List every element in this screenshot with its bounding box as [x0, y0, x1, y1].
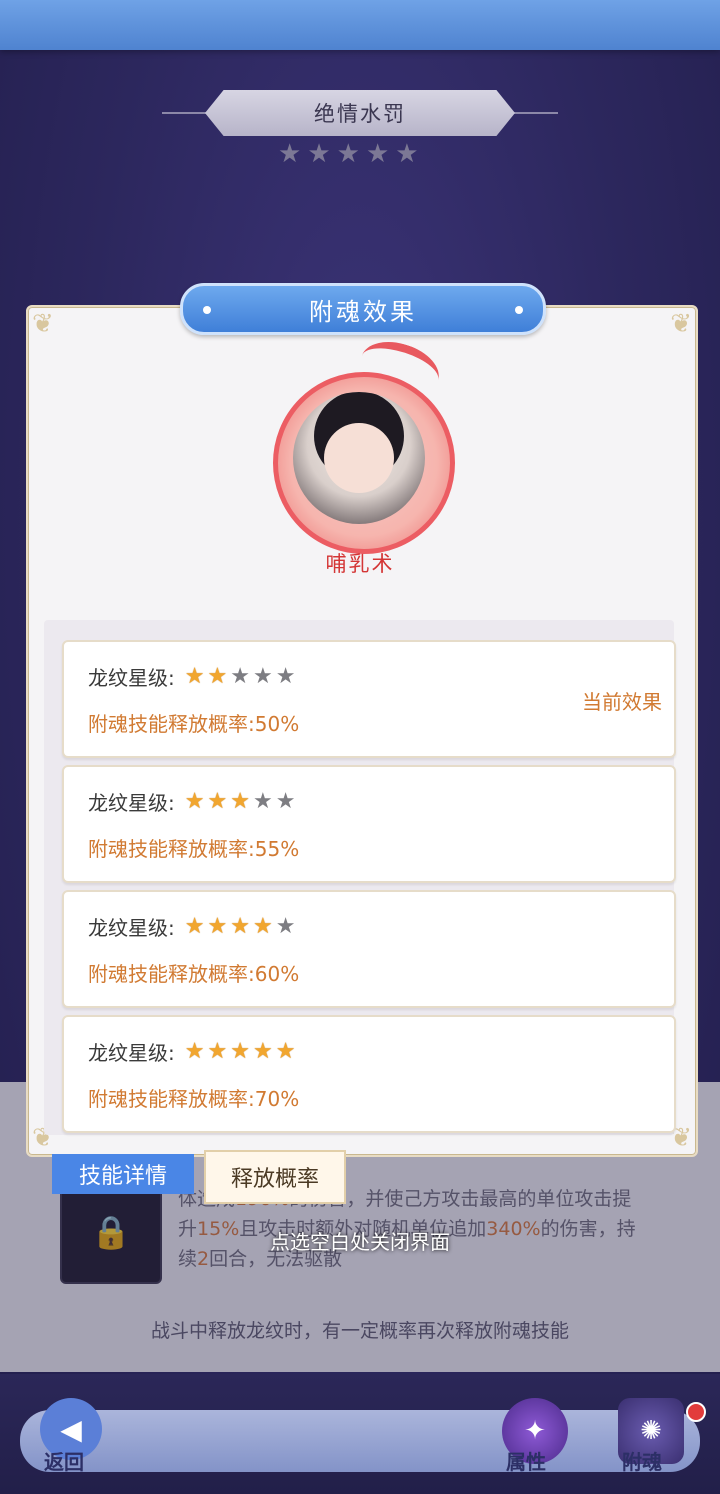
- top-bar: [0, 0, 720, 50]
- star-filled-icon: ★: [252, 913, 273, 939]
- level-stars: ★ ★ ★ ★ ★: [184, 663, 296, 689]
- current-effect-badge: 当前效果: [582, 690, 662, 714]
- item-star-rating: ★ ★ ★ ★ ★: [278, 140, 419, 168]
- level-stars: ★ ★ ★ ★ ★: [184, 913, 296, 939]
- corner-ornament: ❦: [670, 309, 692, 339]
- skill-portrait: [293, 392, 425, 524]
- star-filled-icon: ★: [184, 913, 205, 939]
- level-label: 龙纹星级:: [88, 666, 175, 690]
- star-filled-icon: ★: [184, 788, 205, 814]
- star-icon: ★: [278, 139, 302, 169]
- star-filled-icon: ★: [184, 1038, 205, 1064]
- nav-bar: [20, 1410, 700, 1472]
- star-filled-icon: ★: [230, 913, 250, 939]
- back-label[interactable]: 返回: [44, 1446, 84, 1475]
- star-icon: ★: [395, 139, 419, 169]
- star-filled-icon: ★: [207, 1038, 228, 1064]
- tab-skill-detail[interactable]: 技能详情: [52, 1154, 194, 1194]
- star-empty-icon: ★: [252, 663, 273, 689]
- rate-value: 55%: [254, 837, 300, 861]
- star-filled-icon: ★: [230, 788, 250, 814]
- star-filled-icon: ★: [207, 788, 228, 814]
- soul-label[interactable]: 附魂: [622, 1446, 662, 1475]
- star-icon: ★: [307, 139, 331, 169]
- modal-title-text: 附魂效果: [309, 297, 417, 326]
- star-filled-icon: ★: [275, 1038, 296, 1064]
- star-filled-icon: ★: [207, 913, 228, 939]
- star-empty-icon: ★: [252, 788, 273, 814]
- level-card: 龙纹星级: ★ ★ ★ ★ ★ 附魂技能释放概率:70%: [62, 1015, 676, 1133]
- rate-label: 附魂技能释放概率:: [88, 1087, 255, 1111]
- level-label: 龙纹星级:: [88, 916, 175, 940]
- header-dot: [203, 306, 211, 314]
- star-empty-icon: ★: [275, 913, 296, 939]
- level-card: 龙纹星级: ★ ★ ★ ★ ★ 附魂技能释放概率:55%: [62, 765, 676, 883]
- rate-value: 60%: [254, 962, 300, 986]
- star-empty-icon: ★: [275, 788, 296, 814]
- notification-dot: [686, 1402, 706, 1422]
- star-filled-icon: ★: [184, 663, 205, 689]
- star-empty-icon: ★: [230, 663, 250, 689]
- star-filled-icon: ★: [230, 1038, 250, 1064]
- star-icon: ★: [365, 139, 390, 169]
- attributes-label[interactable]: 属性: [506, 1446, 546, 1475]
- rate-value: 70%: [254, 1087, 300, 1111]
- star-icon: ★: [336, 139, 360, 169]
- tab-release-rate[interactable]: 释放概率: [204, 1150, 346, 1204]
- soul-flame-icon: ✺: [640, 1416, 662, 1446]
- rate-label: 附魂技能释放概率:: [88, 962, 255, 986]
- item-title: 绝情水罚: [205, 90, 515, 136]
- modal-title: 附魂效果: [180, 283, 546, 335]
- corner-ornament: ❦: [32, 309, 54, 339]
- star-filled-icon: ★: [207, 663, 228, 689]
- rate-label: 附魂技能释放概率:: [88, 837, 255, 861]
- rate-label: 附魂技能释放概率:: [88, 712, 255, 736]
- attributes-icon: ✦: [524, 1416, 546, 1446]
- close-hint: 点选空白处关闭界面: [270, 1230, 450, 1254]
- header-dot: [515, 306, 523, 314]
- level-card: 龙纹星级: ★ ★ ★ ★ ★ 附魂技能释放概率:50% 当前效果: [62, 640, 676, 758]
- level-card: 龙纹星级: ★ ★ ★ ★ ★ 附魂技能释放概率:60%: [62, 890, 676, 1008]
- level-label: 龙纹星级:: [88, 1041, 175, 1065]
- level-stars: ★ ★ ★ ★ ★: [184, 1038, 296, 1064]
- character-face: [324, 423, 394, 493]
- rate-value: 50%: [254, 712, 300, 736]
- level-stars: ★ ★ ★ ★ ★: [184, 788, 296, 814]
- star-filled-icon: ★: [252, 1038, 273, 1064]
- star-empty-icon: ★: [275, 663, 296, 689]
- level-label: 龙纹星级:: [88, 791, 175, 815]
- skill-name: 哺乳术: [325, 552, 395, 576]
- back-arrow-icon: ◀: [60, 1412, 82, 1446]
